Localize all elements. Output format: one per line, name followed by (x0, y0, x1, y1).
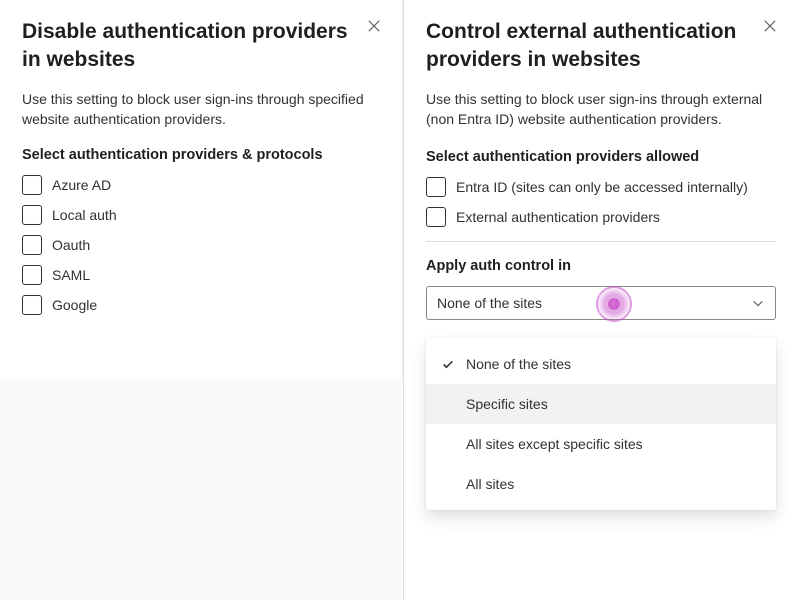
option-specific-sites[interactable]: Specific sites (426, 384, 776, 424)
checkbox-label: SAML (52, 267, 90, 283)
checkbox-box-icon (426, 207, 446, 227)
checkbox-google[interactable]: Google (22, 295, 380, 315)
select-value: None of the sites (437, 295, 542, 311)
close-icon (763, 19, 777, 33)
checkbox-saml[interactable]: SAML (22, 265, 380, 285)
checkbox-label: Oauth (52, 237, 90, 253)
checkbox-label: Google (52, 297, 97, 313)
apply-auth-select[interactable]: None of the sites (426, 286, 776, 320)
checkbox-label: Entra ID (sites can only be accessed int… (456, 179, 748, 195)
panel-title-right: Control external authentication provider… (426, 18, 776, 75)
checkbox-local-auth[interactable]: Local auth (22, 205, 380, 225)
checkbox-box-icon (22, 265, 42, 285)
close-icon (367, 19, 381, 33)
checkbox-label: External authentication providers (456, 209, 660, 225)
chevron-down-icon (751, 296, 765, 310)
option-label: All sites except specific sites (466, 436, 643, 452)
option-label: None of the sites (466, 356, 571, 372)
apply-auth-select-wrap: None of the sites None of the sites Spec… (426, 286, 776, 320)
checkbox-list-right: Entra ID (sites can only be accessed int… (426, 177, 776, 227)
panel-description-left: Use this setting to block user sign-ins … (22, 89, 380, 130)
section-header-left: Select authentication providers & protoc… (22, 147, 380, 163)
option-all-sites[interactable]: All sites (426, 464, 776, 504)
checkbox-label: Azure AD (52, 177, 111, 193)
section-header-right: Select authentication providers allowed (426, 149, 776, 165)
checkbox-oauth[interactable]: Oauth (22, 235, 380, 255)
option-all-except-specific[interactable]: All sites except specific sites (426, 424, 776, 464)
panel-description-right: Use this setting to block user sign-ins … (426, 89, 776, 130)
checkbox-label: Local auth (52, 207, 117, 223)
apply-auth-header: Apply auth control in (426, 258, 776, 274)
checkmark-icon (440, 357, 456, 371)
checkbox-box-icon (22, 205, 42, 225)
checkbox-box-icon (22, 235, 42, 255)
close-button-left[interactable] (362, 14, 386, 38)
apply-auth-dropdown: None of the sites Specific sites All sit… (426, 338, 776, 510)
panel-disable-auth-providers: Disable authentication providers in webs… (0, 0, 403, 379)
panel-title-left: Disable authentication providers in webs… (22, 18, 380, 75)
option-label: Specific sites (466, 396, 548, 412)
option-none-of-the-sites[interactable]: None of the sites (426, 344, 776, 384)
divider (426, 241, 776, 242)
checkbox-entra-id[interactable]: Entra ID (sites can only be accessed int… (426, 177, 776, 197)
checkbox-external-auth-providers[interactable]: External authentication providers (426, 207, 776, 227)
checkbox-box-icon (426, 177, 446, 197)
checkbox-list-left: Azure AD Local auth Oauth SAML Google (22, 175, 380, 315)
checkbox-azure-ad[interactable]: Azure AD (22, 175, 380, 195)
checkbox-box-icon (22, 175, 42, 195)
option-label: All sites (466, 476, 514, 492)
close-button-right[interactable] (758, 14, 782, 38)
panel-control-external-auth: Control external authentication provider… (403, 0, 798, 600)
checkbox-box-icon (22, 295, 42, 315)
